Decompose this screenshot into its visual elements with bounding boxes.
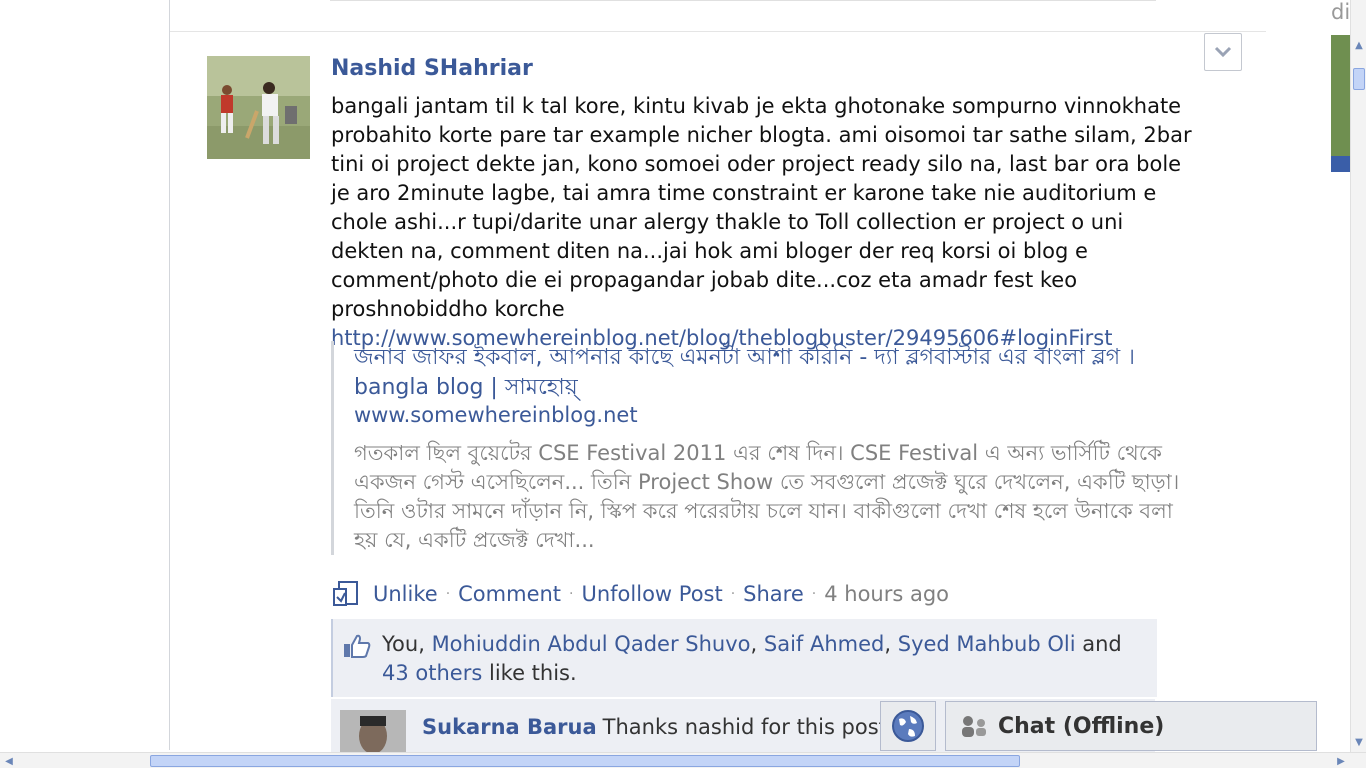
story-timestamp[interactable]: 4 hours ago bbox=[824, 582, 949, 606]
link-attachment[interactable]: জনাব জাফর ইকবাল, আপনার কাছে এমনটা আশা কর… bbox=[331, 341, 1204, 555]
comment-link[interactable]: Comment bbox=[458, 582, 561, 606]
scroll-up-arrow[interactable]: ▲ bbox=[1352, 37, 1366, 53]
globe-icon bbox=[892, 710, 924, 742]
unlike-icon bbox=[333, 581, 358, 606]
vertical-scroll-thumb[interactable] bbox=[1353, 68, 1365, 90]
attachment-domain[interactable]: www.somewhereinblog.net bbox=[354, 403, 638, 427]
likes-text: You, Mohiuddin Abdul Qader Shuvo, Saif A… bbox=[382, 630, 1152, 688]
privacy-globe-button[interactable] bbox=[880, 701, 936, 751]
action-separator: · bbox=[445, 586, 451, 602]
likes-others-link[interactable]: 43 others bbox=[382, 661, 482, 685]
right-column-image-band bbox=[1331, 156, 1350, 172]
chat-label: Chat (Offline) bbox=[998, 713, 1165, 739]
previous-story-separator bbox=[330, 0, 1156, 1]
action-separator: · bbox=[811, 586, 817, 602]
comment-text: Thanks nashid for this post. bbox=[602, 715, 894, 739]
likes-separator: , bbox=[884, 632, 892, 656]
action-separator: · bbox=[569, 586, 574, 602]
horizontal-scroll-thumb[interactable] bbox=[150, 755, 1020, 767]
liker-link[interactable]: Mohiuddin Abdul Qader Shuvo bbox=[432, 632, 751, 656]
likes-suffix: like this. bbox=[488, 661, 577, 685]
scroll-right-arrow[interactable]: ▶ bbox=[1334, 753, 1348, 768]
story-options-button[interactable] bbox=[1204, 33, 1242, 71]
horizontal-scrollbar[interactable]: ◀ ▶ bbox=[0, 752, 1366, 768]
likes-and: and bbox=[1082, 632, 1122, 656]
unlike-link[interactable]: Unlike bbox=[373, 582, 438, 606]
thumbs-up-icon bbox=[344, 634, 371, 658]
vertical-scrollbar[interactable]: ▲ ▼ bbox=[1350, 0, 1366, 752]
story-actions: Unlike · Comment · Unfollow Post · Share… bbox=[331, 578, 949, 610]
feed-left-border bbox=[169, 0, 170, 750]
story-message: bangali jantam til k tal kore, kintu kiv… bbox=[331, 92, 1201, 353]
story-message-text: bangali jantam til k tal kore, kintu kiv… bbox=[331, 94, 1192, 321]
likes-summary: You, Mohiuddin Abdul Qader Shuvo, Saif A… bbox=[331, 619, 1157, 697]
liker-link[interactable]: Syed Mahbub Oli bbox=[898, 632, 1076, 656]
likes-separator: , bbox=[750, 632, 758, 656]
unfollow-post-link[interactable]: Unfollow Post bbox=[581, 582, 722, 606]
story-author-name[interactable]: Nashid SHahriar bbox=[331, 56, 533, 81]
author-avatar[interactable] bbox=[207, 56, 310, 159]
right-column-text: di bbox=[1331, 0, 1351, 24]
chat-users-icon bbox=[962, 716, 986, 737]
commenter-name[interactable]: Sukarna Barua bbox=[422, 715, 597, 739]
share-link[interactable]: Share bbox=[743, 582, 804, 606]
avatar-photo bbox=[207, 56, 310, 159]
right-column-image[interactable] bbox=[1331, 35, 1350, 172]
liker-link[interactable]: Saif Ahmed bbox=[764, 632, 884, 656]
story-separator bbox=[170, 31, 1266, 32]
action-separator: · bbox=[730, 586, 736, 602]
scroll-down-arrow[interactable]: ▼ bbox=[1352, 734, 1366, 750]
scroll-left-arrow[interactable]: ◀ bbox=[2, 753, 16, 768]
attachment-description: গতকাল ছিল বুয়েটের CSE Festival 2011 এর … bbox=[354, 441, 1180, 552]
likes-you: You, bbox=[382, 632, 425, 656]
chevron-down-icon bbox=[1214, 46, 1232, 58]
attachment-title[interactable]: জনাব জাফর ইকবাল, আপনার কাছে এমনটা আশা কর… bbox=[354, 343, 1174, 403]
chat-bar[interactable]: Chat (Offline) bbox=[945, 701, 1317, 751]
